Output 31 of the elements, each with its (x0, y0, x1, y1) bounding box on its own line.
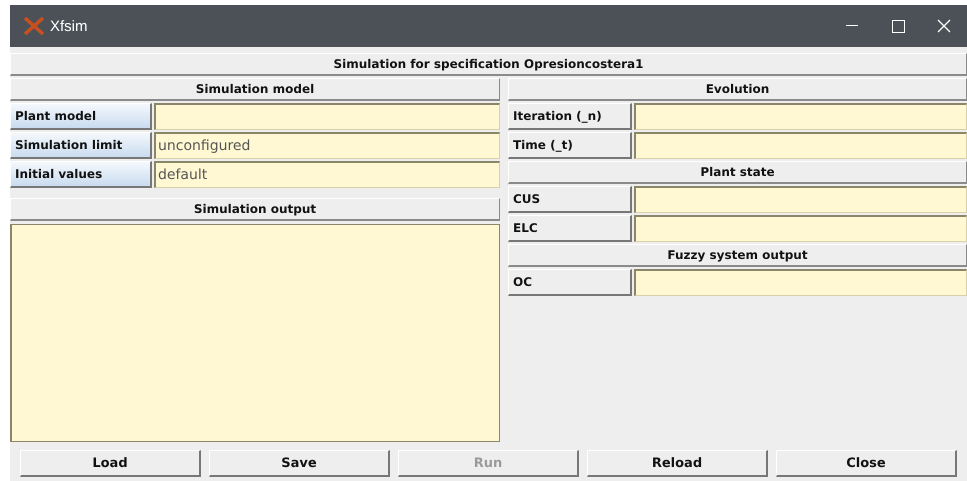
section-header: Simulation output (10, 198, 500, 221)
action-button[interactable]: Reload (587, 450, 768, 477)
minimize-icon (846, 25, 858, 27)
label-button[interactable]: Time (_t) (508, 132, 632, 159)
action-button[interactable]: Close (776, 450, 957, 477)
label-button[interactable]: CUS (508, 186, 632, 213)
label-button[interactable]: Initial values (10, 161, 152, 188)
value-field[interactable] (634, 215, 967, 242)
value-field[interactable] (634, 132, 967, 159)
action-button[interactable]: Load (20, 450, 201, 477)
section-header: Evolution (508, 78, 967, 101)
window-title: Xfsim (50, 18, 88, 34)
label-button[interactable]: ELC (508, 215, 632, 242)
section-header: Fuzzy system output (508, 244, 967, 267)
label-button[interactable]: Plant model (10, 103, 152, 130)
value-field[interactable] (634, 103, 967, 130)
action-button[interactable]: Save (209, 450, 390, 477)
main-header: Simulation for specification Opresioncostera1 (10, 53, 967, 76)
label-button[interactable]: OC (508, 269, 632, 296)
close-icon (937, 19, 951, 33)
value-field[interactable] (154, 103, 500, 130)
value-field[interactable] (634, 186, 967, 213)
value-field[interactable] (634, 269, 967, 296)
maximize-icon (892, 20, 904, 32)
section-header: Plant state (508, 161, 967, 184)
label-button[interactable]: Iteration (_n) (508, 103, 632, 130)
section-header: Simulation model (10, 78, 500, 101)
label-button[interactable]: Simulation limit (10, 132, 152, 159)
value-field[interactable]: unconfigured (154, 132, 500, 159)
x-logo-icon (24, 17, 44, 35)
value-field[interactable]: default (154, 161, 500, 188)
